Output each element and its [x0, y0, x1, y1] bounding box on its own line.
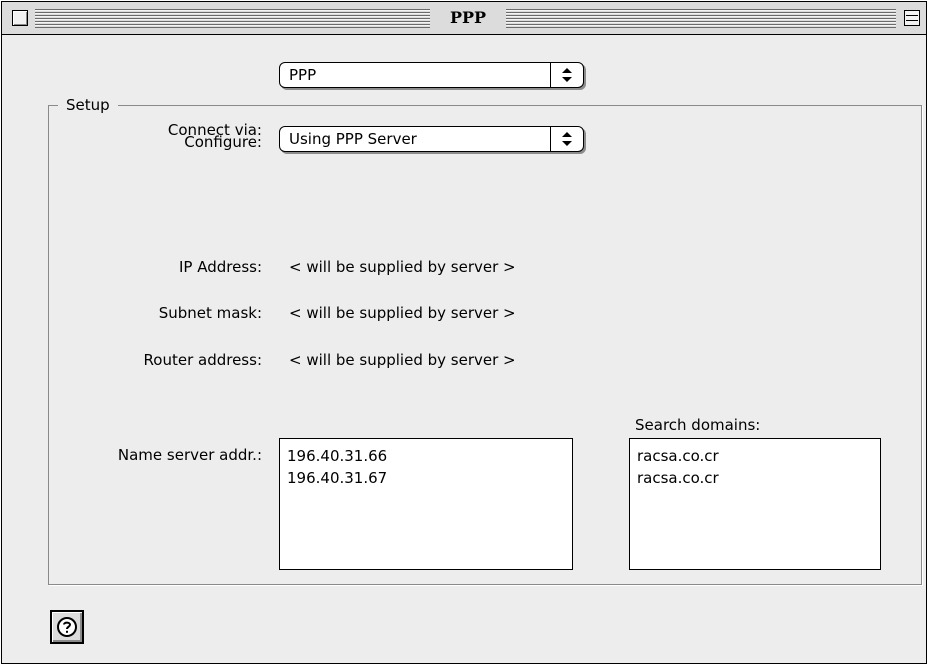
search-domain-entry: racsa.co.cr: [637, 469, 719, 487]
subnet-mask-label: Subnet mask:: [158, 304, 262, 322]
popup-arrows-icon: [550, 63, 583, 87]
ip-address-label: IP Address:: [178, 258, 262, 276]
search-domains-field[interactable]: racsa.co.cr racsa.co.cr: [629, 438, 881, 570]
window-title: PPP: [432, 7, 504, 29]
router-address-value: < will be supplied by server >: [289, 351, 516, 369]
name-server-entry: 196.40.31.67: [287, 469, 388, 487]
title-bar-stripes-left: [35, 9, 430, 28]
title-bar-stripes-right: [506, 9, 896, 28]
close-box-icon[interactable]: [12, 10, 28, 26]
help-button[interactable]: [50, 610, 84, 644]
setup-group-title: Setup: [58, 96, 118, 114]
connect-via-value: PPP: [289, 66, 317, 84]
configure-label: Configure:: [184, 133, 262, 151]
subnet-mask-value: < will be supplied by server >: [289, 304, 516, 322]
connect-via-popup[interactable]: PPP: [279, 62, 584, 88]
configure-value: Using PPP Server: [289, 130, 417, 148]
collapse-box-icon[interactable]: [904, 10, 920, 26]
ip-address-value: < will be supplied by server >: [289, 258, 516, 276]
search-domain-entry: racsa.co.cr: [637, 447, 719, 465]
name-server-label: Name server addr.:: [117, 446, 262, 464]
ppp-window: PPP Connect via: PPP Setup Configure: Us…: [1, 1, 927, 664]
name-server-field[interactable]: 196.40.31.66 196.40.31.67: [279, 438, 573, 570]
help-icon: [57, 617, 77, 637]
search-domains-label: Search domains:: [635, 416, 761, 434]
popup-arrows-icon: [550, 127, 583, 151]
router-address-label: Router address:: [143, 351, 262, 369]
title-bar[interactable]: PPP: [2, 2, 926, 35]
configure-popup[interactable]: Using PPP Server: [279, 126, 584, 152]
name-server-entry: 196.40.31.66: [287, 447, 388, 465]
